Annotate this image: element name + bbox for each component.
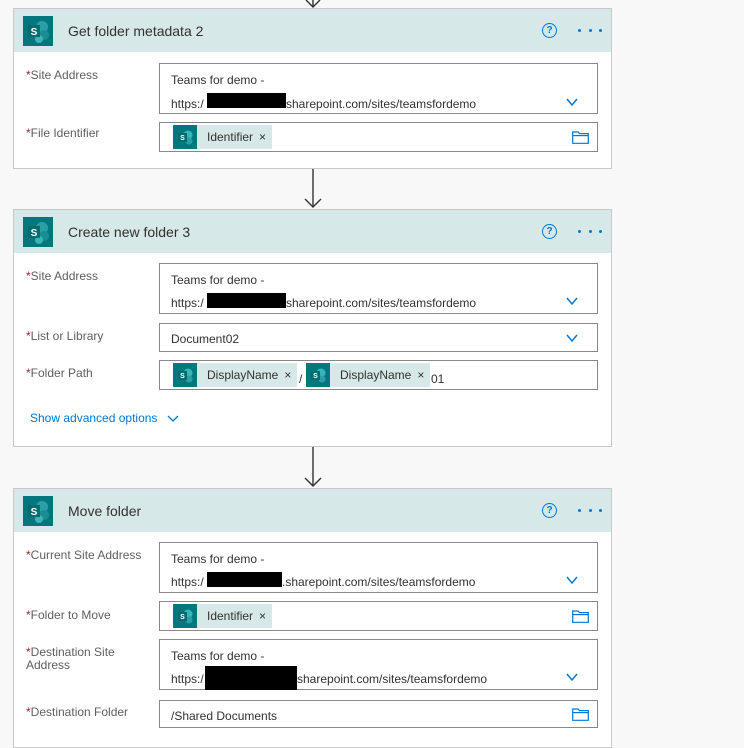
svg-text:S: S — [31, 228, 38, 239]
help-icon[interactable]: ? — [542, 503, 557, 518]
card-title: Create new folder 3 — [68, 223, 191, 240]
sharepoint-icon: S — [23, 495, 53, 526]
redacted-text — [205, 666, 297, 690]
help-icon[interactable]: ? — [542, 224, 557, 239]
remove-token-button[interactable]: × — [417, 368, 424, 382]
displayname-token[interactable]: S DisplayName × — [173, 363, 298, 387]
svg-text:S: S — [31, 507, 38, 518]
arrow-down-icon — [304, 447, 322, 487]
card-title: Get folder metadata 2 — [68, 22, 204, 39]
remove-token-button[interactable]: × — [259, 130, 266, 144]
chevron-down-icon[interactable] — [566, 332, 578, 344]
folder-icon[interactable] — [572, 131, 589, 144]
site-address-label: Site Address — [30, 269, 99, 283]
file-identifier-label: File Identifier — [30, 126, 100, 140]
svg-text:S: S — [313, 373, 318, 380]
svg-text:S: S — [180, 373, 185, 380]
card-title: Move folder — [68, 502, 142, 519]
remove-token-button[interactable]: × — [284, 368, 291, 382]
list-or-library-label: List or Library — [30, 329, 104, 343]
site-address-label: Site Address — [30, 68, 99, 82]
site-address-dropdown[interactable]: Teams for demo - https:/ sharepoint.com/… — [159, 63, 598, 114]
sharepoint-icon: S — [306, 363, 330, 387]
current-site-address-dropdown[interactable]: Teams for demo - https:/ .sharepoint.com… — [159, 542, 598, 593]
arrow-down-icon — [304, 169, 322, 208]
displayname-token[interactable]: S DisplayName × — [306, 363, 431, 387]
list-or-library-dropdown[interactable]: Document02 — [159, 323, 598, 352]
folder-to-move-input[interactable]: S Identifier × — [159, 601, 598, 631]
show-advanced-options-link[interactable]: Show advanced options — [30, 411, 179, 425]
get-folder-metadata-card: S Get folder metadata 2 ? *Site Address … — [13, 8, 612, 169]
sharepoint-icon: S — [23, 15, 53, 46]
destination-site-address-label: Destination Site — [30, 645, 115, 659]
more-options-icon[interactable] — [578, 22, 602, 38]
redacted-text — [207, 293, 286, 308]
move-folder-card: S Move folder ? *Current Site Address Te… — [13, 488, 612, 748]
help-icon[interactable]: ? — [542, 23, 557, 38]
folder-icon[interactable] — [572, 610, 589, 623]
file-identifier-input[interactable]: S Identifier × — [159, 122, 598, 152]
redacted-text — [207, 93, 286, 108]
chevron-down-icon — [167, 415, 179, 422]
more-options-icon[interactable] — [578, 223, 602, 239]
sharepoint-icon: S — [173, 125, 197, 149]
chevron-down-icon[interactable] — [566, 96, 578, 108]
sharepoint-icon: S — [173, 363, 197, 387]
svg-text:S: S — [180, 614, 185, 621]
identifier-token[interactable]: S Identifier × — [173, 125, 273, 149]
card-header[interactable]: S Move folder ? — [14, 489, 611, 532]
redacted-text — [207, 572, 282, 587]
path-suffix: 01 — [431, 372, 445, 386]
create-new-folder-card: S Create new folder 3 ? *Site Address Te… — [13, 209, 612, 447]
chevron-down-icon[interactable] — [566, 671, 578, 683]
folder-path-input[interactable]: S DisplayName × / S DisplayName × 01 — [159, 360, 598, 390]
folder-path-label: Folder Path — [30, 366, 93, 380]
card-header[interactable]: S Get folder metadata 2 ? — [14, 9, 611, 52]
identifier-token[interactable]: S Identifier × — [173, 604, 273, 628]
svg-text:S: S — [31, 27, 38, 38]
path-separator: / — [299, 372, 303, 386]
chevron-down-icon[interactable] — [566, 295, 578, 307]
destination-site-address-dropdown[interactable]: Teams for demo - https:/ sharepoint.com/… — [159, 639, 598, 690]
sharepoint-icon: S — [173, 604, 197, 628]
arrow-down-icon — [305, 0, 321, 8]
current-site-address-label: Current Site Address — [30, 548, 142, 562]
more-options-icon[interactable] — [578, 502, 602, 518]
folder-to-move-label: Folder to Move — [30, 608, 111, 622]
destination-folder-input[interactable]: /Shared Documents — [159, 700, 598, 728]
svg-text:S: S — [180, 135, 185, 142]
remove-token-button[interactable]: × — [259, 609, 266, 623]
destination-folder-label: Destination Folder — [30, 705, 129, 719]
sharepoint-icon: S — [23, 216, 53, 247]
card-header[interactable]: S Create new folder 3 ? — [14, 210, 611, 253]
site-address-dropdown[interactable]: Teams for demo - https:/ sharepoint.com/… — [159, 263, 598, 314]
folder-icon[interactable] — [572, 708, 589, 721]
chevron-down-icon[interactable] — [566, 574, 578, 586]
